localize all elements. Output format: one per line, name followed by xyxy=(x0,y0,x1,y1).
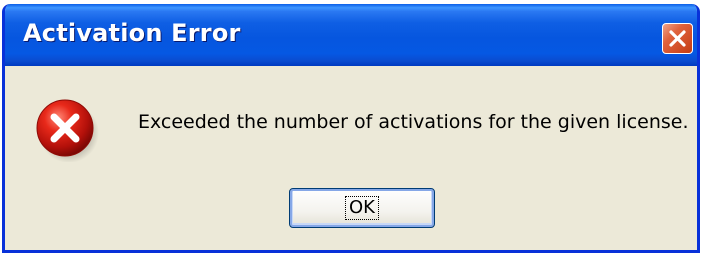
close-button[interactable] xyxy=(662,23,693,54)
title-bar[interactable]: Activation Error xyxy=(5,4,697,66)
ok-button-label: OK xyxy=(345,196,379,220)
error-icon xyxy=(36,99,99,162)
close-icon xyxy=(669,30,686,47)
ok-button[interactable]: OK xyxy=(289,188,435,228)
dialog-content: Exceeded the number of activations for t… xyxy=(5,66,697,250)
activation-error-dialog: Activation Error Exceeded the number of … xyxy=(2,4,700,253)
window-title: Activation Error xyxy=(23,19,241,47)
error-message: Exceeded the number of activations for t… xyxy=(138,111,689,133)
